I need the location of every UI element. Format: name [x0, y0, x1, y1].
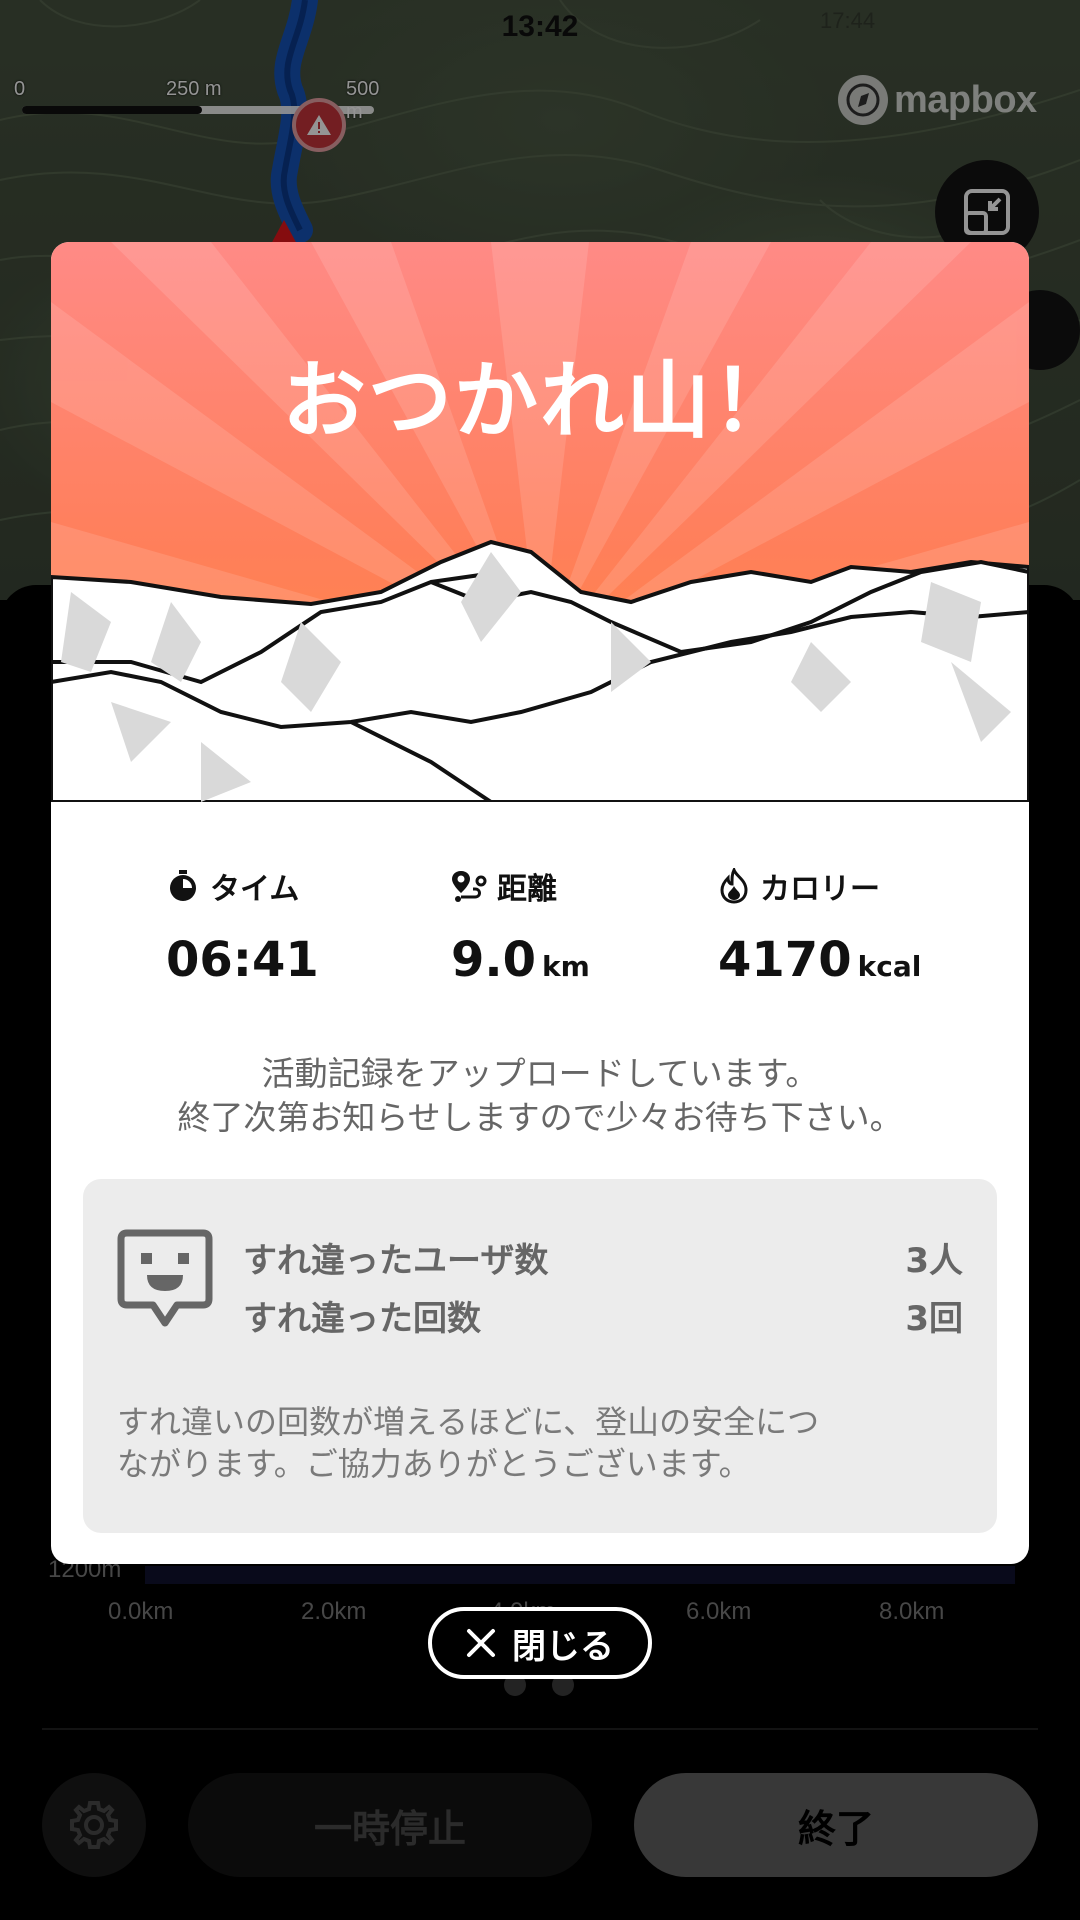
- upload-message-line2: 終了次第お知らせしますので少々お待ち下さい。: [177, 1098, 903, 1137]
- encounter-note-line2: ながります。ご協力ありがとうございます。: [117, 1445, 751, 1483]
- upload-message-line1: 活動記録をアップロードしています。: [261, 1054, 819, 1093]
- encounter-users-row: すれ違ったユーザ数 3人: [243, 1233, 963, 1282]
- stat-distance-unit: km: [542, 950, 590, 983]
- encounter-count-label: すれ違った回数: [243, 1299, 481, 1339]
- route-icon: [452, 871, 487, 902]
- encounter-note-line1: すれ違いの回数が増えるほどに、登山の安全につ: [117, 1403, 820, 1441]
- stat-time-label: タイム: [210, 872, 300, 907]
- stat-time-value: 06:41: [166, 932, 319, 988]
- stat-distance: 距離 9.0 km: [451, 862, 751, 988]
- activity-stats: タイム 06:41 距離 9.0 km カロリー 4170 kcal: [51, 862, 1029, 1002]
- upload-message: 活動記録をアップロードしています。 終了次第お知らせしますので少々お待ち下さい。: [51, 1052, 1029, 1140]
- flame-icon: [720, 868, 748, 904]
- encounter-note: すれ違いの回数が増えるほどに、登山の安全につ ながります。ご協力ありがとうござい…: [117, 1401, 967, 1485]
- completion-modal: おつかれ山！ タイム 06:41 距離 9.0 km カロリー 4170 kca…: [51, 242, 1029, 1564]
- face-speech-icon: [117, 1229, 213, 1327]
- close-icon: [467, 1629, 495, 1657]
- stat-calories-unit: kcal: [857, 950, 922, 983]
- encounter-users-label: すれ違ったユーザ数: [243, 1241, 549, 1281]
- encounter-users-value: 3人: [905, 1241, 963, 1281]
- encounter-panel: すれ違ったユーザ数 3人 すれ違った回数 3回 すれ違いの回数が増えるほどに、登…: [83, 1179, 997, 1533]
- close-button-label: 閉じる: [512, 1626, 614, 1667]
- modal-title: おつかれ山！: [281, 352, 798, 450]
- encounter-count-value: 3回: [905, 1299, 963, 1339]
- stat-calories-label: カロリー: [760, 872, 880, 907]
- hero-banner: おつかれ山！: [51, 242, 1029, 802]
- stopwatch-icon: [170, 870, 196, 901]
- mountain-illustration: [51, 242, 1029, 802]
- stat-calories-value: 4170: [718, 932, 852, 988]
- close-button[interactable]: 閉じる: [428, 1607, 652, 1679]
- stat-time: タイム 06:41: [166, 862, 466, 988]
- stat-calories: カロリー 4170 kcal: [718, 862, 1018, 988]
- encounter-count-row: すれ違った回数 3回: [243, 1291, 963, 1340]
- stat-distance-value: 9.0: [451, 932, 537, 988]
- stat-distance-label: 距離: [497, 872, 557, 907]
